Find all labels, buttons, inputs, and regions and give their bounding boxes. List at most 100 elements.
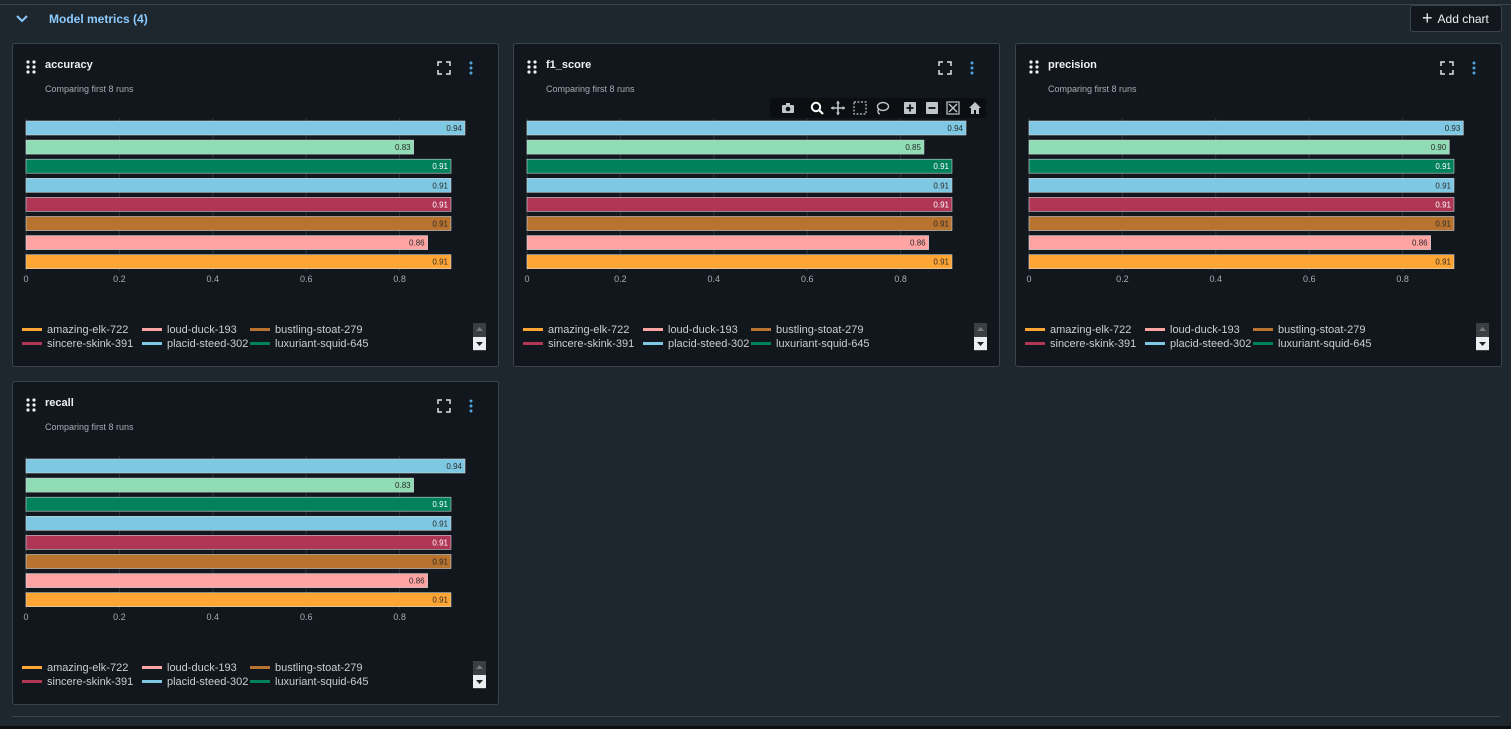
bar[interactable] — [1028, 158, 1455, 174]
legend-item[interactable]: luxuriant-squid-645 — [751, 338, 870, 350]
legend-item[interactable]: bustling-stoat-279 — [751, 324, 863, 336]
bar[interactable] — [1028, 197, 1455, 212]
zoom-out-icon[interactable] — [924, 100, 940, 116]
chevron-down-icon[interactable] — [14, 11, 30, 27]
zoom-icon[interactable] — [809, 100, 825, 116]
legend-item[interactable]: bustling-stoat-279 — [250, 324, 362, 336]
autoscale-icon[interactable] — [945, 100, 961, 116]
bar[interactable] — [25, 496, 452, 512]
scroll-up-icon[interactable] — [974, 323, 987, 336]
legend-item[interactable]: amazing-elk-722 — [22, 662, 128, 674]
legend-item[interactable]: amazing-elk-722 — [1025, 324, 1131, 336]
legend-item[interactable]: amazing-elk-722 — [523, 324, 629, 336]
bar[interactable] — [1028, 216, 1455, 231]
scroll-down-icon[interactable] — [473, 337, 486, 350]
bar[interactable] — [1028, 235, 1431, 250]
bar[interactable] — [25, 158, 452, 174]
bar-value-label: 0.91 — [432, 519, 448, 528]
legend-item[interactable]: loud-duck-193 — [142, 324, 237, 336]
drag-handle-icon[interactable] — [1029, 60, 1039, 74]
legend-item[interactable]: placid-steed-302 — [142, 676, 248, 688]
scroll-up-icon[interactable] — [1476, 323, 1489, 336]
bar[interactable] — [25, 477, 414, 493]
legend-item[interactable]: bustling-stoat-279 — [250, 662, 362, 674]
bar[interactable] — [25, 516, 452, 531]
legend-item[interactable]: luxuriant-squid-645 — [1253, 338, 1372, 350]
fullscreen-icon[interactable] — [437, 399, 451, 413]
scroll-up-icon[interactable] — [473, 661, 486, 674]
camera-icon[interactable] — [780, 100, 796, 116]
bar[interactable] — [25, 178, 452, 193]
legend-item[interactable]: loud-duck-193 — [142, 662, 237, 674]
bar-chart[interactable]: 0 0.2 0.4 0.6 0.8 0.94 0.83 0.91 0.91 0.91 0.91 0.8… — [13, 104, 498, 284]
legend-item[interactable]: placid-steed-302 — [142, 338, 248, 350]
add-chart-button[interactable]: + Add chart — [1410, 5, 1502, 32]
bar[interactable] — [526, 158, 953, 174]
more-options-icon[interactable] — [1470, 60, 1478, 76]
legend-item[interactable]: loud-duck-193 — [1145, 324, 1240, 336]
drag-handle-icon[interactable] — [26, 398, 36, 412]
bar[interactable] — [25, 458, 466, 474]
x-tick-label: 0.6 — [1303, 274, 1316, 284]
bar[interactable] — [25, 554, 452, 569]
bar[interactable] — [1028, 254, 1455, 269]
section-title[interactable]: Model metrics (4) — [49, 12, 148, 26]
legend-scrollbar[interactable] — [1476, 323, 1489, 351]
legend-scrollbar[interactable] — [974, 323, 987, 351]
fullscreen-icon[interactable] — [1440, 61, 1454, 75]
drag-handle-icon[interactable] — [527, 60, 537, 74]
legend-item[interactable]: placid-steed-302 — [1145, 338, 1251, 350]
bar[interactable] — [1028, 120, 1464, 136]
bar[interactable] — [25, 235, 428, 250]
legend-item[interactable]: sincere-skink-391 — [1025, 338, 1136, 350]
fullscreen-icon[interactable] — [437, 61, 451, 75]
bar-chart[interactable]: 0 0.2 0.4 0.6 0.8 0.94 0.83 0.91 0.91 0.91 0.91 0.8… — [13, 442, 498, 622]
bar[interactable] — [526, 254, 953, 269]
zoom-in-icon[interactable] — [902, 100, 918, 116]
box-select-icon[interactable] — [852, 100, 868, 116]
bar[interactable] — [25, 120, 466, 136]
legend-item[interactable]: sincere-skink-391 — [22, 338, 133, 350]
bar[interactable] — [25, 216, 452, 231]
legend-scrollbar[interactable] — [473, 661, 486, 689]
legend-item[interactable]: luxuriant-squid-645 — [250, 338, 369, 350]
bar[interactable] — [25, 254, 452, 269]
pan-icon[interactable] — [830, 100, 846, 116]
more-options-icon[interactable] — [467, 60, 475, 76]
fullscreen-icon[interactable] — [938, 61, 952, 75]
bar-chart[interactable]: 0 0.2 0.4 0.6 0.8 0.93 0.90 0.91 0.91 0.91 0.91 0.8… — [1016, 104, 1501, 284]
bar[interactable] — [526, 197, 953, 212]
bar[interactable] — [25, 592, 452, 607]
more-options-icon[interactable] — [467, 398, 475, 414]
bar[interactable] — [526, 235, 929, 250]
bar[interactable] — [25, 535, 452, 550]
legend-item[interactable]: loud-duck-193 — [643, 324, 738, 336]
scroll-up-icon[interactable] — [473, 323, 486, 336]
bar[interactable] — [526, 178, 953, 193]
home-icon[interactable] — [967, 100, 983, 116]
bar[interactable] — [526, 120, 967, 136]
lasso-icon[interactable] — [874, 100, 890, 116]
bar[interactable] — [25, 573, 428, 588]
bar-chart[interactable]: 0 0.2 0.4 0.6 0.8 0.94 0.85 0.91 0.91 0.91 0.91 0.8… — [514, 104, 999, 284]
section-header[interactable]: Model metrics (4) + Add chart — [0, 5, 1511, 35]
bar[interactable] — [25, 197, 452, 212]
legend-item[interactable]: bustling-stoat-279 — [1253, 324, 1365, 336]
legend-item[interactable]: sincere-skink-391 — [22, 676, 133, 688]
scroll-down-icon[interactable] — [974, 337, 987, 350]
bar[interactable] — [1028, 178, 1455, 193]
bar[interactable] — [25, 139, 414, 155]
more-options-icon[interactable] — [968, 60, 976, 76]
legend-item[interactable]: sincere-skink-391 — [523, 338, 634, 350]
bar-value-label: 0.91 — [432, 596, 448, 605]
legend-item[interactable]: luxuriant-squid-645 — [250, 676, 369, 688]
legend-item[interactable]: placid-steed-302 — [643, 338, 749, 350]
bar[interactable] — [1028, 139, 1450, 155]
scroll-down-icon[interactable] — [473, 675, 486, 688]
bar[interactable] — [526, 139, 925, 155]
bar[interactable] — [526, 216, 953, 231]
drag-handle-icon[interactable] — [26, 60, 36, 74]
scroll-down-icon[interactable] — [1476, 337, 1489, 350]
legend-scrollbar[interactable] — [473, 323, 486, 351]
legend-item[interactable]: amazing-elk-722 — [22, 324, 128, 336]
